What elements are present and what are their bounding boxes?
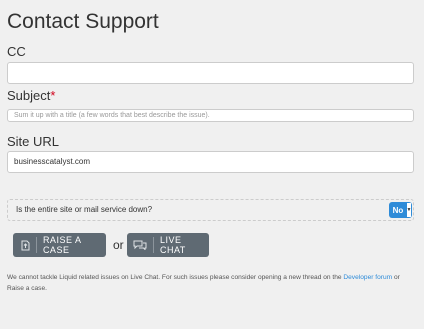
subject-input[interactable]: Sum it up with a title (a few words that…: [7, 109, 414, 122]
raise-case-button[interactable]: RAISE A CASE: [13, 233, 106, 257]
subject-label-text: Subject: [7, 88, 51, 103]
chevron-down-icon: ▼: [407, 202, 412, 218]
button-divider: [36, 237, 37, 253]
cc-label: CC: [7, 44, 26, 59]
site-down-row: Is the entire site or mail service down?…: [7, 199, 414, 221]
note-text-before: We cannot tackle Liquid related issues o…: [7, 274, 344, 281]
site-down-selected: No: [389, 202, 407, 218]
site-url-label: Site URL: [7, 134, 60, 149]
raise-case-label: RAISE A CASE: [42, 235, 81, 255]
cc-input[interactable]: [7, 62, 414, 84]
subject-placeholder: Sum it up with a title (a few words that…: [14, 112, 210, 119]
button-divider: [153, 237, 154, 253]
site-url-value: businesscatalyst.com: [14, 157, 91, 166]
site-url-input[interactable]: businesscatalyst.com: [7, 151, 414, 173]
live-chat-label: LIVE CHAT: [159, 235, 186, 255]
page-title: Contact Support: [7, 10, 159, 33]
site-down-question: Is the entire site or mail service down?: [16, 205, 153, 214]
subject-label: Subject*: [7, 88, 55, 103]
live-chat-button[interactable]: LIVE CHAT: [127, 233, 209, 257]
site-down-select[interactable]: No ▼: [389, 202, 412, 218]
required-mark: *: [50, 88, 56, 103]
or-text: or: [113, 238, 124, 252]
upload-file-icon: [21, 240, 30, 251]
chat-bubbles-icon: [133, 240, 147, 250]
developer-forum-link[interactable]: Developer forum: [343, 274, 392, 281]
live-chat-note: We cannot tackle Liquid related issues o…: [7, 272, 415, 294]
